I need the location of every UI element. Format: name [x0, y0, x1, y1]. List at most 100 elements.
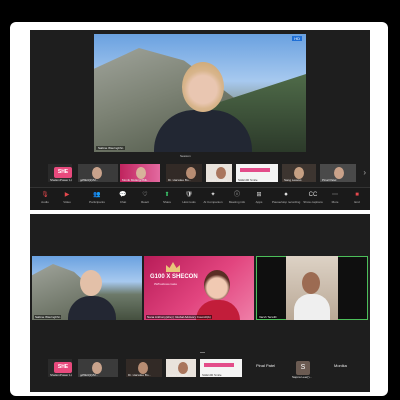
ai-companion-button[interactable]: ✦ AI Companion — [202, 190, 224, 210]
more-button[interactable]: ⋯ More — [324, 190, 346, 210]
avatar: S — [296, 361, 310, 375]
active-speaker-video[interactable]: HD Sabine Wieringhhn — [94, 34, 306, 152]
share-button[interactable]: ⬆ Share — [156, 190, 178, 210]
toolbar-label: AI Companion — [203, 200, 223, 204]
participant-thumb[interactable]: Monik Mulang/JMk.. — [120, 164, 160, 182]
participant-label: SHE100 Smile — [238, 178, 258, 182]
participant-label: Dr. Harsdee Bo... — [168, 178, 192, 182]
chevron-right-icon[interactable]: › — [363, 168, 366, 177]
participants-icon: 👥 — [93, 192, 101, 198]
toolbar-label: Pause/stop recording — [272, 200, 301, 204]
participant-name-tile[interactable]: S Sapna Lee(r)... — [292, 361, 326, 379]
participant-label: gd5E3(2)/M... — [80, 178, 99, 182]
end-button[interactable]: ■ End — [346, 190, 368, 210]
crown-logo — [166, 262, 180, 272]
participant-strip: SHE SheEmPower Lt gd5E3(2)/M... Dr. Hars… — [34, 359, 366, 379]
participant-thumb[interactable]: Neeta Langoly — [166, 359, 196, 377]
tile-name-label: Nana Anthony(she) | Global Advisory Coun… — [146, 315, 212, 319]
chat-button[interactable]: 💬 Chat — [112, 190, 134, 210]
video-tile[interactable]: Sabine Wieringhhn — [32, 256, 142, 320]
zoom-speaker-view: HD Sabine Wieringhhn Session SHE SheEmPo… — [30, 30, 370, 210]
toolbar-label: Chat — [119, 200, 127, 204]
screenshot-card: HD Sabine Wieringhhn Session SHE SheEmPo… — [10, 22, 388, 396]
mic-icon: 🎙 — [41, 192, 49, 198]
participant-face — [204, 270, 230, 300]
participant-label: Monika — [334, 363, 347, 368]
toolbar-label: Host tools — [182, 200, 196, 204]
video-tile[interactable]: G100 X SHECON #Whatdowemake Nana Anthony… — [144, 256, 254, 320]
participant-label: Dr. Harsdee Bo... — [128, 373, 152, 377]
participant-label: Sang Leaves — [284, 178, 302, 182]
participant-thumb[interactable]: SHE SheEmPower Lt — [48, 359, 72, 377]
apps-icon: ⊞ — [256, 192, 262, 198]
zoom-gallery-view: Sabine Wieringhhn G100 X SHECON #Whatdow… — [30, 214, 370, 392]
participant-thumb[interactable]: Neeta Langoly — [206, 164, 232, 182]
participant-face — [80, 270, 102, 296]
participant-thumb[interactable]: SHE100 Smile — [200, 359, 242, 377]
participant-thumb[interactable]: Dr. Harsdee Bo... — [126, 359, 162, 377]
participant-thumb[interactable]: gd5E3(2)/M... — [78, 359, 118, 377]
meeting-toolbar: 🎙 Audio ▶ Video 👥 Participants 💬 Chat ♡ React… — [30, 187, 370, 210]
chat-icon: 💬 — [119, 192, 127, 198]
tile-name-label: Varsh Terwilli — [258, 315, 278, 319]
participant-label: Neeta Langoly — [168, 373, 188, 377]
participant-body — [294, 294, 330, 320]
participant-strip: SHE SheEmPower Lt gd5E3(2)/M... Monik Mu… — [34, 164, 366, 186]
slide-banner — [204, 363, 234, 367]
participant-label: SheEmPower Lt — [50, 178, 72, 182]
video-grid: Sabine Wieringhhn G100 X SHECON #Whatdow… — [32, 256, 368, 321]
she-logo: SHE — [54, 167, 72, 178]
toolbar-label: Meeting info — [228, 200, 246, 204]
meeting-info-button[interactable]: ⓘ Meeting info — [226, 190, 248, 210]
toolbar-label: Show captions — [303, 200, 323, 204]
more-icon: ⋯ — [332, 192, 338, 198]
toolbar-label: Apps — [255, 200, 263, 204]
participant-label: SHE100 Smile — [202, 373, 222, 377]
captions-button[interactable]: CC Show captions — [302, 190, 324, 210]
participant-thumb[interactable]: Sang Leaves — [282, 164, 316, 182]
participant-label: gd5E3(2)/M... — [80, 373, 99, 377]
participant-name-tile[interactable]: Monika — [332, 361, 366, 377]
participant-thumb[interactable]: gd5E3(2)/M... — [78, 164, 118, 182]
tile-name-label: Sabine Wieringhhn — [34, 315, 62, 319]
speaker-name-label: Sabine Wieringhhn — [96, 146, 126, 150]
participants-button[interactable]: 👥 Participants — [86, 190, 108, 210]
video-button[interactable]: ▶ Video — [56, 190, 78, 210]
participant-label: Monik Mulang/JMk.. — [122, 178, 149, 182]
video-tile-active[interactable]: Varsh Terwilli — [256, 256, 368, 320]
audio-button[interactable]: 🎙 Audio — [34, 190, 56, 210]
share-icon: ⬆ — [164, 192, 170, 198]
toolbar-label: Video — [63, 200, 71, 204]
video-icon: ▶ — [64, 192, 70, 198]
host-tools-icon: 🛡 — [185, 192, 193, 198]
record-icon: ⏺ — [284, 192, 288, 198]
participant-label: Pinal Patel — [322, 178, 337, 182]
toolbar-label: Participants — [89, 200, 105, 204]
participant-thumb[interactable]: SHE100 Smile — [236, 164, 278, 182]
banner-title: G100 X SHECON — [150, 274, 198, 280]
banner-subtitle: #Whatdowemake — [154, 282, 178, 286]
react-button[interactable]: ♡ React — [134, 190, 156, 210]
toolbar-label: More — [331, 200, 339, 204]
hd-badge: HD — [292, 36, 302, 41]
captions-icon: CC — [308, 192, 318, 198]
apps-button[interactable]: ⊞ Apps — [248, 190, 270, 210]
react-icon: ♡ — [142, 192, 148, 198]
divider — [200, 352, 205, 353]
end-icon: ■ — [355, 192, 359, 198]
participant-label: SheEmPower Lt — [50, 373, 72, 377]
participant-face — [302, 272, 320, 294]
record-button[interactable]: ⏺ Pause/stop recording — [272, 190, 300, 210]
participant-thumb[interactable]: SHE SheEmPower Lt — [48, 164, 72, 182]
toolbar-label: React — [141, 200, 149, 204]
toolbar-label: Share — [162, 200, 171, 204]
session-caption: Session — [180, 154, 191, 158]
toolbar-label: Audio — [41, 200, 49, 204]
host-tools-button[interactable]: 🛡 Host tools — [178, 190, 200, 210]
participant-name-tile[interactable]: Pinal Patel — [250, 361, 286, 377]
participant-thumb[interactable]: Dr. Harsdee Bo... — [166, 164, 202, 182]
info-icon: ⓘ — [233, 192, 240, 198]
participant-label: Pinal Patel — [256, 363, 276, 368]
toolbar-label: End — [354, 200, 360, 204]
participant-thumb[interactable]: Pinal Patel — [320, 164, 356, 182]
